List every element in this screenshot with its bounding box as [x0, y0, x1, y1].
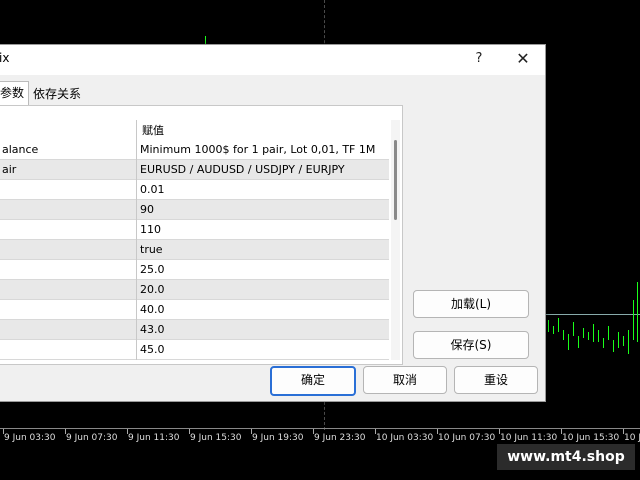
time-label: 9 Jun 03:30 [4, 433, 56, 443]
table-row[interactable]: air EURUSD / AUDUSD / USDJPY / EURJPY [0, 160, 389, 180]
close-icon[interactable]: ✕ [513, 49, 533, 69]
candle [568, 334, 569, 350]
parameter-value[interactable]: 0.01 [140, 183, 165, 196]
time-label: 10 Jun 03:30 [376, 433, 434, 443]
watermark: www.mt4.shop [497, 444, 635, 470]
parameters-panel: 赋值 alance Minimum 1000$ for 1 pair, Lot 0… [0, 105, 403, 365]
time-label: 10 Jun 11:30 [500, 433, 558, 443]
time-label: 10 Jun [624, 433, 640, 443]
candle [628, 330, 629, 354]
reset-button[interactable]: 重设 [454, 366, 538, 394]
table-row[interactable]: 40.0 [0, 300, 389, 320]
table-row[interactable]: 90 [0, 200, 389, 220]
table-scrollbar[interactable] [391, 120, 400, 360]
parameter-value[interactable]: 20.0 [140, 283, 165, 296]
parameter-value[interactable]: 45.0 [140, 343, 165, 356]
candle [583, 328, 584, 338]
parameter-value[interactable]: 43.0 [140, 323, 165, 336]
load-button[interactable]: 加载(L) [413, 290, 529, 318]
tab-dependencies[interactable]: 依存关系 [29, 83, 85, 105]
time-label: 10 Jun 07:30 [438, 433, 496, 443]
candle [608, 326, 609, 340]
dialog-title: ix [0, 51, 10, 65]
save-button[interactable]: 保存(S) [413, 331, 529, 359]
value-column-header: 赋值 [142, 124, 164, 137]
table-row[interactable]: 20.0 [0, 280, 389, 300]
column-divider[interactable] [136, 120, 137, 360]
time-label: 9 Jun 23:30 [314, 433, 366, 443]
parameter-value[interactable]: true [140, 243, 163, 256]
table-row[interactable]: 0.01 [0, 180, 389, 200]
parameters-table[interactable]: 赋值 alance Minimum 1000$ for 1 pair, Lot 0… [0, 120, 389, 360]
candle [598, 330, 599, 342]
parameter-value[interactable]: 40.0 [140, 303, 165, 316]
current-price-line [545, 314, 640, 315]
cancel-button[interactable]: 取消 [363, 366, 447, 394]
time-label: 9 Jun 11:30 [128, 433, 180, 443]
candle [593, 324, 594, 342]
candle [548, 320, 549, 332]
candle [553, 326, 554, 334]
candle [618, 332, 619, 348]
scrollbar-thumb[interactable] [394, 140, 397, 220]
candle [603, 338, 604, 348]
candle [558, 318, 559, 332]
candle [563, 330, 564, 340]
table-row[interactable]: 45.0 [0, 340, 389, 360]
candle [623, 336, 624, 346]
parameter-value[interactable]: 25.0 [140, 263, 165, 276]
candle [573, 322, 574, 336]
parameter-value[interactable]: 90 [140, 203, 154, 216]
table-header: 赋值 [0, 120, 389, 140]
table-row[interactable]: 43.0 [0, 320, 389, 340]
time-label: 9 Jun 15:30 [190, 433, 242, 443]
table-row[interactable]: alance Minimum 1000$ for 1 pair, Lot 0,01… [0, 140, 389, 160]
candle [588, 332, 589, 340]
time-label: 10 Jun 15:30 [562, 433, 620, 443]
tab-bar: 参数 依存关系 [0, 81, 535, 106]
ok-button[interactable]: 确定 [270, 366, 356, 396]
ea-properties-dialog: ix ? ✕ 参数 依存关系 赋值 alance Minimum 1000$ fo… [0, 44, 546, 402]
candle [637, 282, 638, 342]
table-row[interactable]: 25.0 [0, 260, 389, 280]
dialog-titlebar[interactable]: ix ? ✕ [0, 45, 545, 75]
parameter-name: alance [2, 143, 39, 156]
help-icon[interactable]: ? [469, 49, 489, 69]
parameter-value[interactable]: 110 [140, 223, 161, 236]
parameter-value[interactable]: EURUSD / AUDUSD / USDJPY / EURJPY [140, 163, 345, 176]
candle [613, 340, 614, 352]
time-label: 9 Jun 19:30 [252, 433, 304, 443]
table-row[interactable]: 110 [0, 220, 389, 240]
candle [578, 336, 579, 348]
candle [633, 300, 634, 340]
parameter-name: air [2, 163, 17, 176]
tab-parameters[interactable]: 参数 [0, 81, 30, 106]
table-row[interactable]: true [0, 240, 389, 260]
parameter-value[interactable]: Minimum 1000$ for 1 pair, Lot 0,01, TF 1… [140, 143, 375, 156]
time-label: 9 Jun 07:30 [66, 433, 118, 443]
